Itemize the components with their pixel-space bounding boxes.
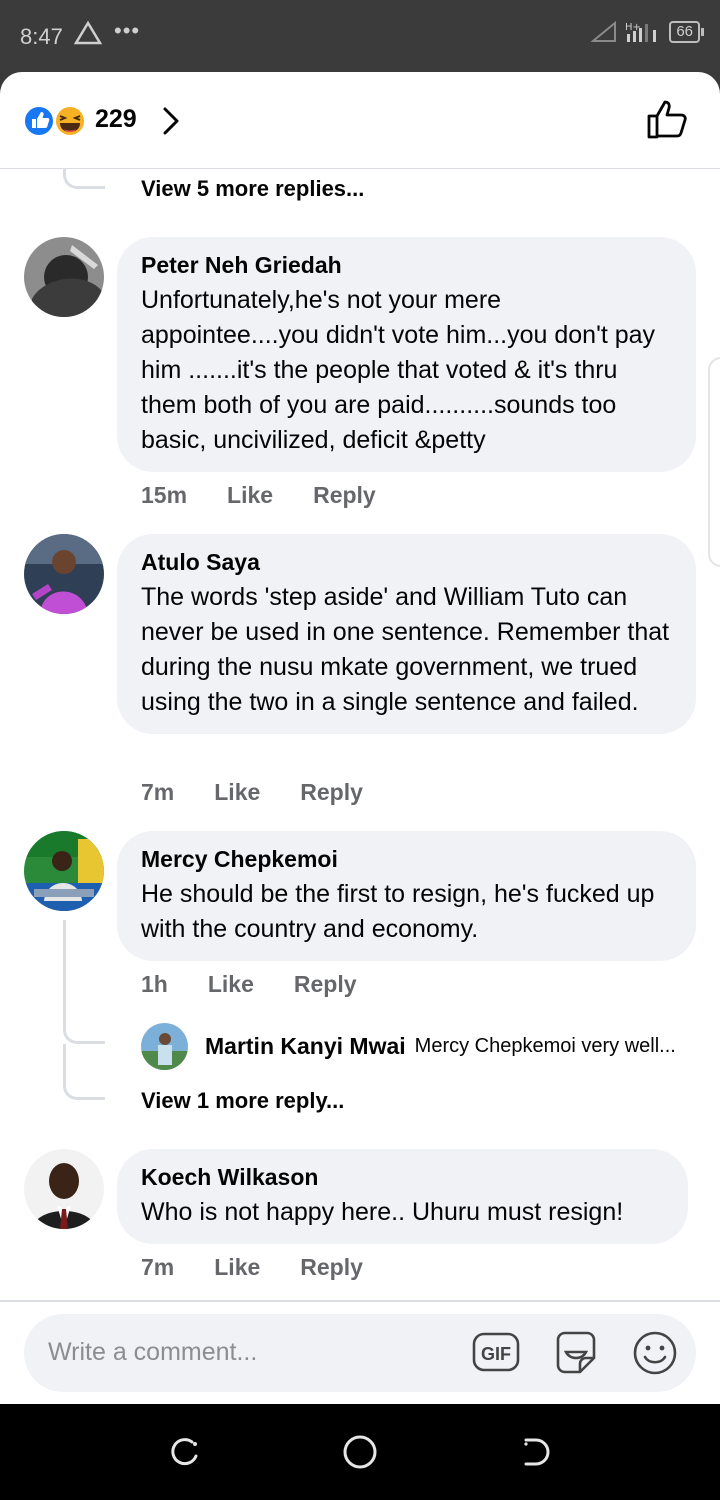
avatar[interactable] [24, 534, 104, 614]
comment-text: Who is not happy here.. Uhuru must resig… [141, 1198, 624, 1226]
like-reaction-icon [23, 105, 55, 137]
comment-bubble[interactable]: Koech Wilkason Who is not happy here.. U… [117, 1149, 688, 1244]
comment-input[interactable] [48, 1332, 468, 1372]
comment-author[interactable]: Peter Neh Griedah [141, 251, 672, 279]
system-nav-bar [0, 1404, 720, 1500]
reply-preview[interactable]: Martin Kanyi Mwai Mercy Chepkemoi very w… [141, 1023, 676, 1070]
avatar[interactable] [141, 1023, 188, 1070]
signal-icon: H+ [625, 22, 657, 42]
thread-line [63, 920, 105, 1044]
status-bar: 8:47 ••• H+ 66 [0, 0, 720, 72]
comment-actions: 15m Like Reply [141, 482, 376, 509]
comment-author[interactable]: Atulo Saya [141, 548, 672, 576]
sheet-header: 229 [0, 72, 720, 169]
comment-actions: 7m Like Reply [141, 1254, 363, 1281]
screen: 8:47 ••• H+ 66 229 View 5 more replies..… [0, 0, 720, 1500]
battery-indicator: 66 [669, 21, 704, 43]
reaction-icons[interactable] [22, 104, 88, 138]
comment-age: 7m [141, 1254, 175, 1280]
svg-text:GIF: GIF [481, 1344, 511, 1364]
reply-button[interactable]: Reply [313, 482, 376, 509]
comment-text: He should be the first to resign, he's f… [141, 880, 655, 943]
comment-bubble[interactable]: Peter Neh Griedah Unfortunately,he's not… [117, 237, 696, 472]
notification-dots: ••• [114, 18, 141, 43]
gif-icon[interactable]: GIF [472, 1330, 520, 1374]
haha-reaction-icon [54, 105, 86, 137]
avatar[interactable] [24, 237, 104, 317]
like-button[interactable]: Like [208, 971, 254, 998]
back-icon[interactable] [520, 1434, 552, 1470]
reaction-count[interactable]: 229 [95, 105, 137, 134]
recent-apps-icon[interactable] [168, 1434, 200, 1470]
status-right: H+ 66 [591, 20, 704, 44]
comment-actions: 1h Like Reply [141, 971, 357, 998]
comment-age: 15m [141, 482, 188, 508]
view-more-replies-link[interactable]: View 1 more reply... [141, 1088, 344, 1114]
thumbs-up-icon[interactable] [646, 98, 690, 140]
comment-age: 1h [141, 971, 168, 997]
thread-line [63, 1044, 105, 1100]
comment-composer: GIF [24, 1314, 696, 1392]
scroll-handle[interactable] [708, 357, 720, 567]
reply-text: Mercy Chepkemoi very well... [414, 1035, 676, 1057]
comment-author[interactable]: Mercy Chepkemoi [141, 845, 672, 873]
avatar[interactable] [24, 831, 104, 911]
comments-sheet: 229 View 5 more replies... Peter Neh Gri… [0, 72, 720, 1404]
wifi-empty-icon [591, 21, 617, 42]
comment-actions: 7m Like Reply [141, 779, 363, 806]
comment-age: 7m [141, 779, 175, 805]
comment-bubble[interactable]: Mercy Chepkemoi He should be the first t… [117, 831, 696, 961]
reply-button[interactable]: Reply [294, 971, 357, 998]
sticker-icon[interactable] [552, 1330, 600, 1376]
status-time: 8:47 [20, 24, 63, 49]
comment-text: Unfortunately,he's not your mere appoint… [141, 286, 656, 454]
composer-bar: GIF [0, 1300, 720, 1404]
reply-button[interactable]: Reply [300, 1254, 363, 1281]
avatar[interactable] [24, 1149, 104, 1229]
comment-text: The words 'step aside' and William Tuto … [141, 583, 670, 716]
view-more-replies-link[interactable]: View 5 more replies... [141, 176, 364, 202]
thread-line [63, 169, 105, 189]
reply-author[interactable]: Martin Kanyi Mwai [205, 1033, 406, 1060]
like-button[interactable]: Like [214, 779, 260, 806]
like-button[interactable]: Like [227, 482, 273, 509]
network-type: H+ [625, 22, 641, 33]
comment-author[interactable]: Koech Wilkason [141, 1163, 664, 1191]
home-icon[interactable] [342, 1434, 378, 1470]
warning-icon [73, 20, 103, 51]
comment-bubble[interactable]: Atulo Saya The words 'step aside' and Wi… [117, 534, 696, 734]
emoji-icon[interactable] [632, 1330, 678, 1376]
chevron-right-icon[interactable] [160, 106, 182, 136]
reply-button[interactable]: Reply [300, 779, 363, 806]
like-button[interactable]: Like [214, 1254, 260, 1281]
